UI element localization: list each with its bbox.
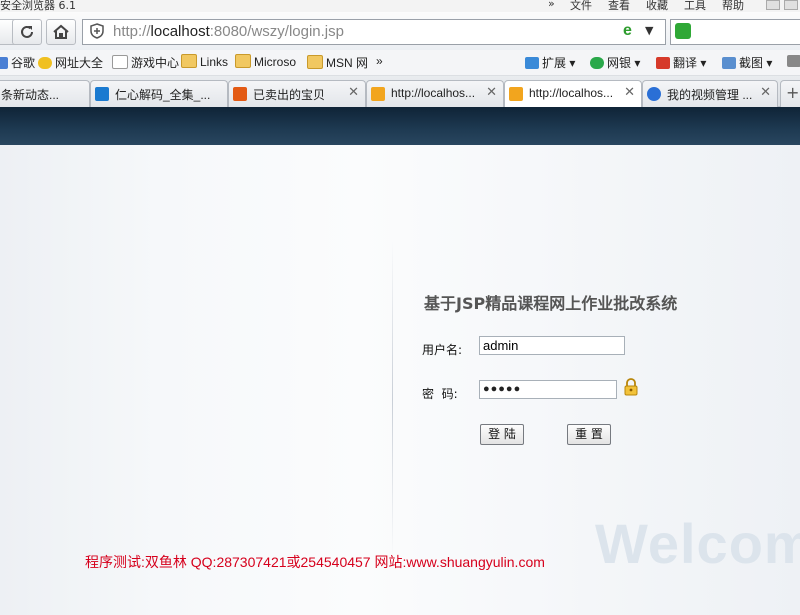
browser-title-bar: 安全浏览器 6.1 » 文件 查看 收藏 工具 帮助 <box>0 0 800 12</box>
tab-label: http://localhos... <box>529 86 614 100</box>
tab-1[interactable]: 条新动态... <box>0 80 90 107</box>
refresh-icon <box>21 25 33 38</box>
close-icon[interactable]: ✕ <box>348 85 359 100</box>
system-title: 基于JSP精品课程网上作业批改系统 <box>424 294 678 313</box>
address-bar[interactable]: http://localhost:8080/wszy/login.jsp e ▼ <box>82 19 666 45</box>
bookmark-overflow[interactable]: » <box>376 54 383 71</box>
extensions-button[interactable]: 扩展 ▾ <box>525 54 575 71</box>
bank-button[interactable]: 网银 ▾ <box>590 54 640 71</box>
login-background: Welcome 基于JSP精品课程网上作业批改系统 用户名: 密 码: ●●●●… <box>0 145 800 615</box>
bookmark-microsoft[interactable]: Microso <box>235 54 296 71</box>
menu-favorites[interactable]: 收藏 <box>646 0 668 12</box>
tab-label: http://localhos... <box>391 86 476 100</box>
menu-help[interactable]: 帮助 <box>722 0 744 12</box>
home-button[interactable] <box>46 19 76 45</box>
bookmark-games[interactable]: 游戏中心 <box>112 54 179 71</box>
header-banner <box>0 107 800 145</box>
url-text: http://localhost:8080/wszy/login.jsp <box>113 23 344 40</box>
tab-label: 条新动态... <box>1 88 60 102</box>
username-input[interactable] <box>479 336 625 355</box>
tab-4[interactable]: http://localhos... ✕ <box>366 80 504 107</box>
menu-view[interactable]: 查看 <box>608 0 630 12</box>
username-label: 用户名: <box>422 343 463 357</box>
menu-overflow[interactable]: » <box>548 0 555 10</box>
bookmark-sites[interactable]: 网址大全 <box>38 54 103 71</box>
chevron-down-icon[interactable]: ▼ <box>645 24 653 37</box>
screenshot-button[interactable]: 截图 ▾ <box>722 54 772 71</box>
password-label: 密 码: <box>422 387 458 401</box>
taobao-icon <box>233 87 247 101</box>
footer-credits: 程序测试:双鱼林 QQ:287307421或254540457 网站:www.s… <box>85 554 545 570</box>
navigation-bar: http://localhost:8080/wszy/login.jsp e ▼ <box>0 12 800 51</box>
phpmyadmin-icon <box>509 87 523 101</box>
translate-button[interactable]: 翻译 ▾ <box>656 54 706 71</box>
search-engine-icon[interactable] <box>675 23 691 39</box>
lock-icon <box>624 378 638 396</box>
bookmark-google[interactable]: 谷歌 <box>0 54 35 71</box>
tab-bar: 条新动态... 仁心解码_全集_... 已卖出的宝贝 ✕ http://loca… <box>0 76 800 108</box>
close-icon[interactable]: ✕ <box>624 85 635 100</box>
close-icon[interactable]: ✕ <box>760 85 771 100</box>
tab-label: 我的视频管理 ... <box>667 88 753 102</box>
ie-engine-icon[interactable]: e <box>623 22 632 40</box>
bookmark-msn[interactable]: MSN 网 <box>307 54 368 71</box>
soku-icon <box>95 87 109 101</box>
phpmyadmin-icon <box>371 87 385 101</box>
panel-divider <box>392 240 393 560</box>
new-tab-button[interactable]: + <box>780 80 800 107</box>
maximize-button[interactable] <box>784 0 798 10</box>
window-title: 安全浏览器 6.1 <box>0 0 76 12</box>
tab-3[interactable]: 已卖出的宝贝 ✕ <box>228 80 366 107</box>
page-viewport: Welcome 基于JSP精品课程网上作业批改系统 用户名: 密 码: ●●●●… <box>0 107 800 615</box>
shield-icon <box>90 23 104 39</box>
tools-icon[interactable] <box>787 54 800 71</box>
tab-2[interactable]: 仁心解码_全集_... <box>90 80 228 107</box>
video-icon <box>647 87 661 101</box>
refresh-button[interactable] <box>12 19 42 45</box>
close-icon[interactable]: ✕ <box>486 85 497 100</box>
welcome-watermark: Welcome <box>595 512 800 575</box>
minimize-button[interactable] <box>766 0 780 10</box>
tab-label: 仁心解码_全集_... <box>115 88 211 102</box>
password-input[interactable]: ●●●●● <box>479 380 617 399</box>
tab-5-active[interactable]: http://localhos... ✕ <box>504 80 642 108</box>
reset-button[interactable]: 重 置 <box>567 424 611 445</box>
menu-file[interactable]: 文件 <box>570 0 592 12</box>
tab-label: 已卖出的宝贝 <box>253 88 326 102</box>
bookmarks-bar: 谷歌 网址大全 游戏中心 Links Microso MSN 网 » 扩展 ▾ … <box>0 50 800 76</box>
bookmark-links[interactable]: Links <box>181 54 228 71</box>
login-button[interactable]: 登 陆 <box>480 424 524 445</box>
search-input[interactable] <box>670 19 800 45</box>
menu-tools[interactable]: 工具 <box>684 0 706 12</box>
home-icon <box>53 24 69 39</box>
tab-6[interactable]: 我的视频管理 ... ✕ <box>642 80 778 107</box>
